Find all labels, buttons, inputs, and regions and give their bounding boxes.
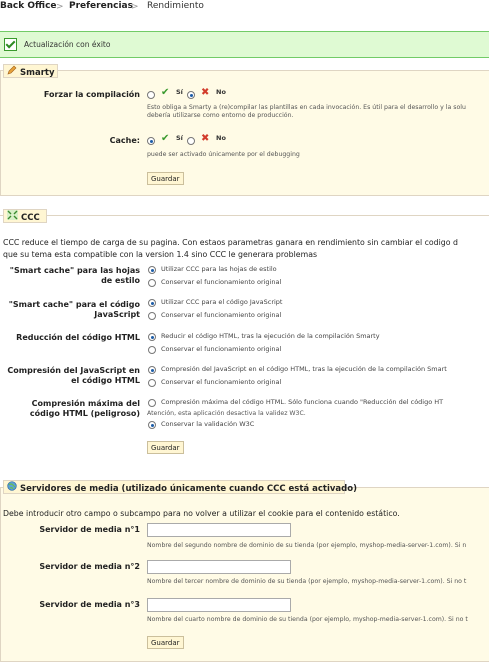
ccc-legend: CCC [3, 209, 47, 223]
ccc-max-radio-use[interactable] [148, 399, 156, 407]
breadcrumb-item-back-office[interactable]: Back Office [0, 1, 57, 11]
ccc-max-radio-keep[interactable] [148, 421, 156, 429]
media-server-1-input[interactable] [147, 523, 291, 537]
ccc-js-html-radio-keep[interactable] [148, 379, 156, 387]
cache-radio-yes[interactable] [147, 137, 155, 145]
ccc-html-option-keep: Conservar el funcionamiento original [161, 345, 282, 353]
check-icon: ✔ [161, 133, 170, 144]
ccc-js-radio-keep[interactable] [148, 312, 156, 320]
force-compile-radio-no[interactable] [187, 91, 195, 99]
ccc-js-html-label: Compresión del JavaScript en el código H… [7, 366, 140, 385]
cache-yes-label: Sí [176, 134, 183, 142]
cache-no-label: No [216, 134, 226, 142]
ccc-js-radio-use[interactable] [148, 299, 156, 307]
smarty-title: Smarty [20, 68, 55, 78]
force-compile-hint: Esto obliga a Smarty a (re)compilar las … [147, 104, 466, 111]
media-server-2-input[interactable] [147, 560, 291, 574]
media-save-button[interactable]: Guardar [147, 636, 184, 649]
force-compile-yes-label: Sí [176, 88, 183, 96]
media-server-1-hint: Nombre del segundo nombre de dominio de … [147, 542, 467, 549]
force-compile-radio-yes[interactable] [147, 91, 155, 99]
ccc-css-label: "Smart cache" para las hojas de estilo [9, 266, 140, 285]
chevron-right-icon: > [131, 2, 139, 12]
media-server-2-hint: Nombre del tercer nombre de dominio de s… [147, 578, 467, 585]
chevron-right-icon: > [56, 2, 64, 12]
ccc-js-html-radio-use[interactable] [148, 366, 156, 374]
ccc-html-radio-use[interactable] [148, 333, 156, 341]
ccc-js-option-keep: Conservar el funcionamiento original [161, 311, 282, 319]
ccc-html-option-use: Reducir el código HTML, tras la ejecució… [161, 332, 380, 340]
ccc-css-option-keep: Conservar el funcionamiento original [161, 278, 282, 286]
media-server-1-label: Servidor de media n°1 [39, 525, 140, 534]
smarty-save-button[interactable]: Guardar [147, 172, 184, 185]
ccc-css-radio-use[interactable] [148, 266, 156, 274]
compress-icon [7, 210, 18, 225]
media-title: Servidores de media (utilizado únicament… [20, 484, 357, 494]
media-description: Debe introducir otro campo o subcampo pa… [3, 509, 400, 518]
ccc-description-2: que su tema esta compatible con la versi… [3, 250, 318, 259]
ccc-title: CCC [21, 213, 40, 223]
force-compile-label: Forzar la compilación [43, 90, 140, 99]
ccc-description: CCC reduce el tiempo de carga de su pagi… [3, 238, 458, 247]
globe-icon [7, 481, 17, 496]
media-server-2-label: Servidor de media n°2 [39, 562, 140, 571]
smarty-legend: Smarty [3, 64, 58, 78]
smarty-fieldset [0, 70, 489, 196]
media-server-3-input[interactable] [147, 598, 291, 612]
ccc-max-label: Compresión máxima del código HTML (pelig… [29, 399, 140, 418]
ccc-html-label: Reducción del código HTML [16, 333, 140, 342]
ccc-css-option-use: Utilizar CCC para las hojas de estilo [161, 265, 277, 273]
check-icon [4, 38, 17, 51]
cache-radio-no[interactable] [187, 137, 195, 145]
media-legend: Servidores de media (utilizado únicament… [3, 480, 357, 496]
check-icon: ✔ [161, 87, 170, 98]
ccc-js-option-use: Utilizar CCC para el código JavaScript [161, 298, 283, 306]
breadcrumb-item-rendimiento: Rendimiento [147, 1, 204, 11]
ccc-max-option-use: Compresión máxima del código HTML. Sólo … [161, 398, 444, 406]
breadcrumb-item-preferencias[interactable]: Preferencias [69, 1, 133, 11]
ccc-html-radio-keep[interactable] [148, 346, 156, 354]
ccc-max-option-keep: Conservar la validación W3C [161, 420, 255, 428]
pencil-icon [7, 65, 17, 80]
cross-icon: ✖ [201, 133, 210, 144]
ccc-save-button[interactable]: Guardar [147, 441, 184, 454]
success-text: Actualización con éxito [24, 40, 111, 49]
cache-label: Cache: [109, 136, 140, 145]
ccc-max-note: Atención, esta aplicación desactiva la v… [147, 410, 306, 417]
ccc-js-html-option-keep: Conservar el funcionamiento original [161, 378, 282, 386]
ccc-js-html-option-use: Compresión del JavaScript en el código H… [161, 365, 447, 373]
force-compile-hint-2: debería utilizarse como entorno de produ… [147, 112, 294, 119]
cross-icon: ✖ [201, 87, 210, 98]
ccc-js-label: "Smart cache" para el código JavaScript [8, 300, 140, 319]
media-server-3-label: Servidor de media n°3 [39, 600, 140, 609]
cache-hint: puede ser activado únicamente por el deb… [147, 151, 300, 158]
media-server-3-hint: Nombre del cuarto nombre de dominio de s… [147, 616, 468, 623]
force-compile-no-label: No [216, 88, 226, 96]
ccc-css-radio-keep[interactable] [148, 279, 156, 287]
